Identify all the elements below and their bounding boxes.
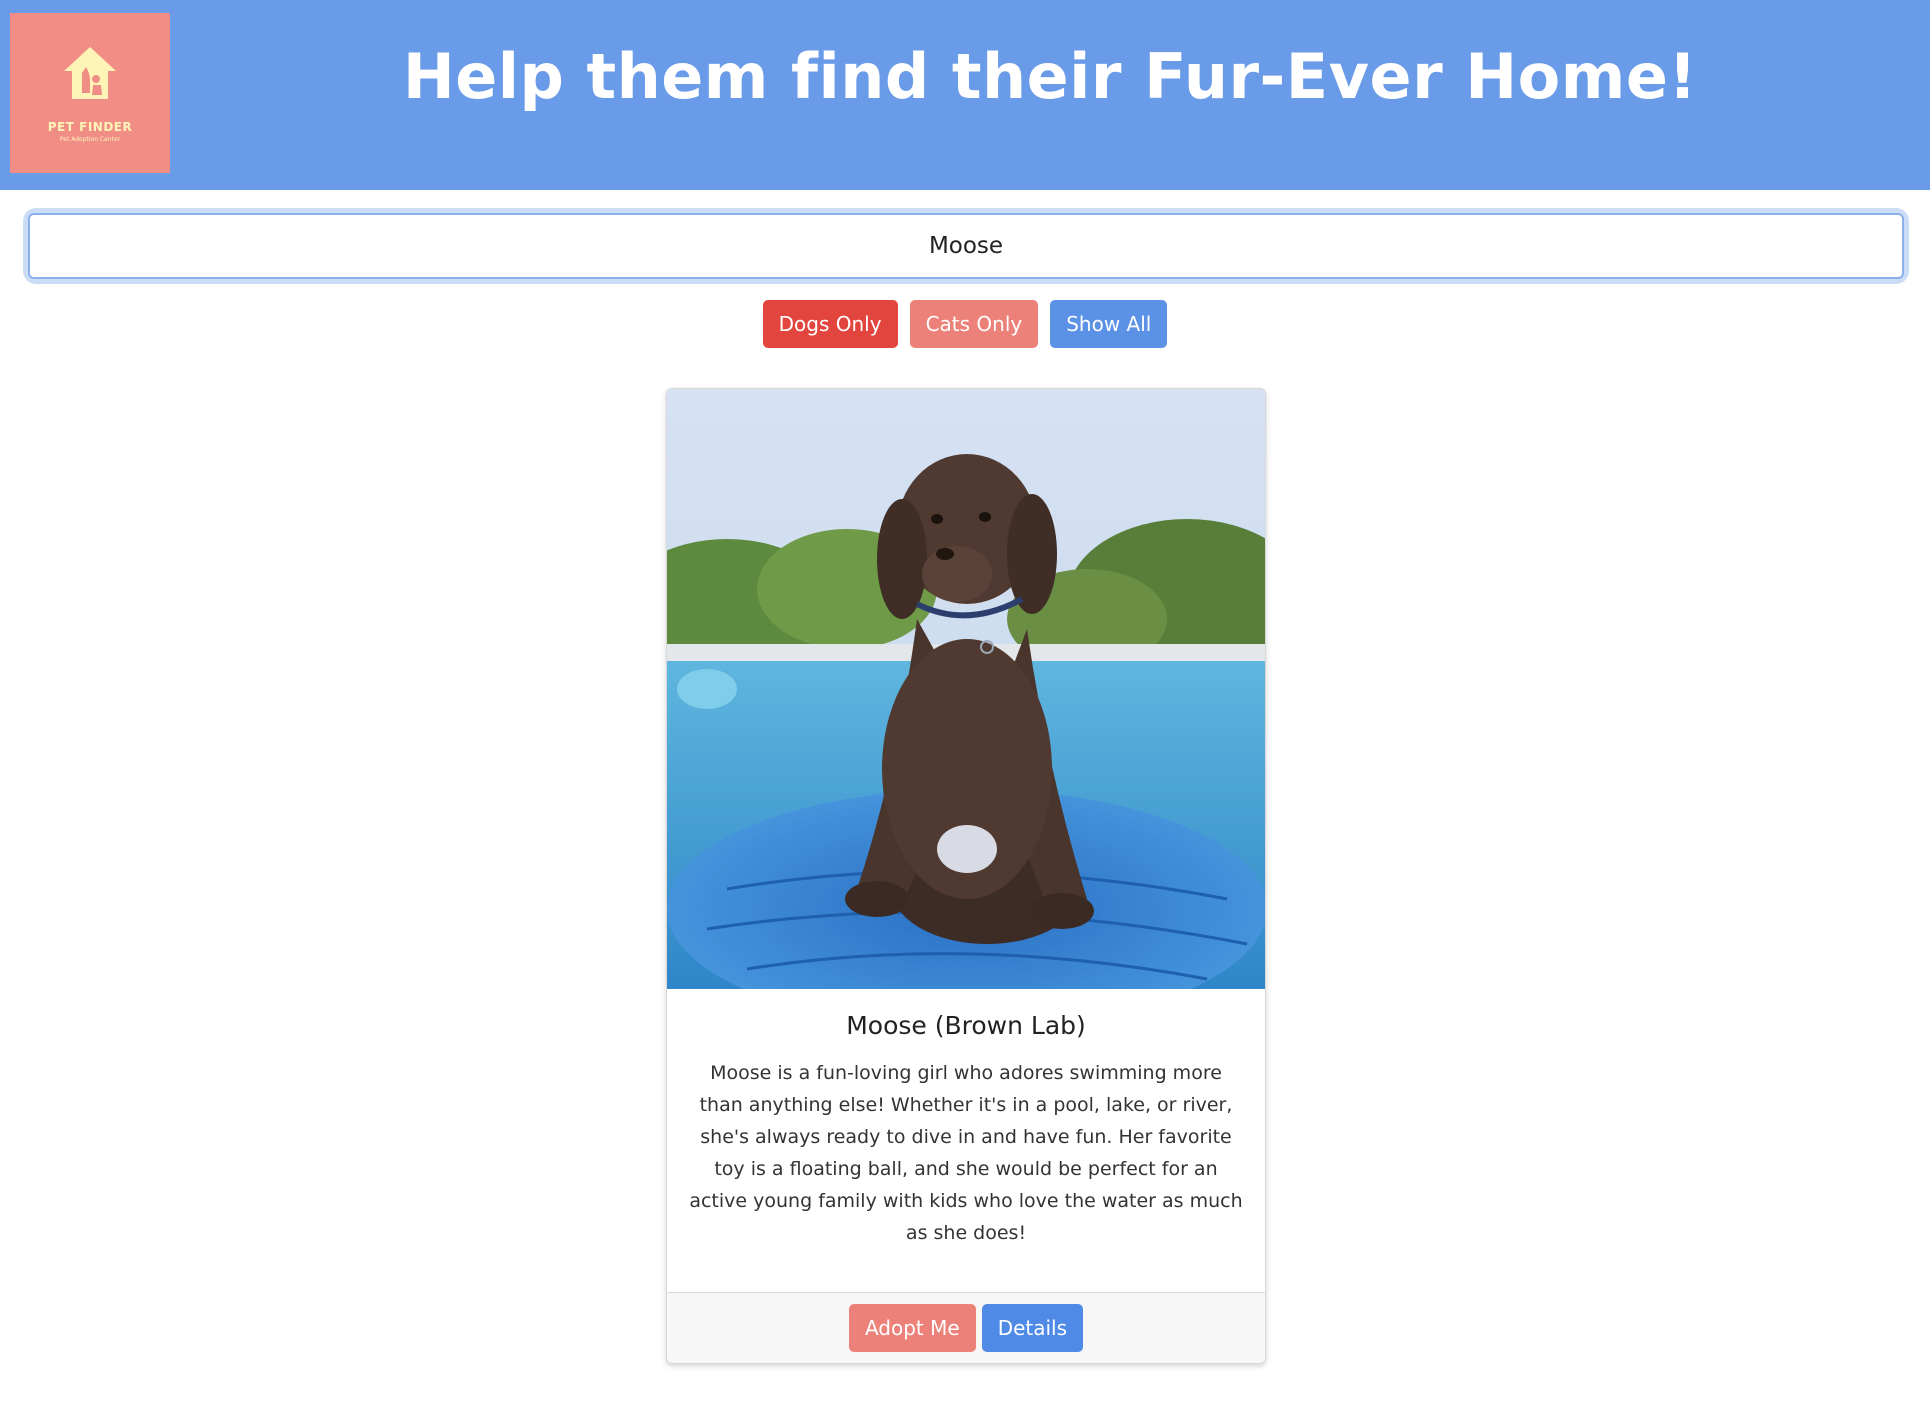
pet-name: Moose (Brown Lab) <box>846 1011 1086 1040</box>
details-button[interactable]: Details <box>981 1304 1084 1352</box>
page-title: Help them find their Fur-Ever Home! <box>402 40 1698 113</box>
logo-title: PET FINDER <box>47 120 133 134</box>
search-container <box>28 213 1904 279</box>
pet-finder-logo[interactable]: PET FINDER Pet Adoption Center <box>10 13 170 173</box>
logo-subtitle: Pet Adoption Center <box>59 136 121 143</box>
pet-description: Moose is a fun-loving girl who adores sw… <box>689 1062 1243 1244</box>
card-footer: Adopt Me Details <box>667 1292 1265 1363</box>
house-pets-icon <box>64 47 116 99</box>
pet-photo <box>667 389 1265 989</box>
adopt-me-button[interactable]: Adopt Me <box>848 1304 976 1352</box>
show-all-button[interactable]: Show All <box>1050 300 1168 348</box>
pet-card: Moose (Brown Lab) Moose is a fun-loving … <box>666 388 1266 1364</box>
filter-buttons: Dogs Only Cats Only Show All <box>0 300 1930 348</box>
cats-only-button[interactable]: Cats Only <box>909 300 1039 348</box>
page-header: PET FINDER Pet Adoption Center Help them… <box>0 0 1930 190</box>
dogs-only-button[interactable]: Dogs Only <box>762 300 898 348</box>
search-input[interactable] <box>28 213 1904 279</box>
